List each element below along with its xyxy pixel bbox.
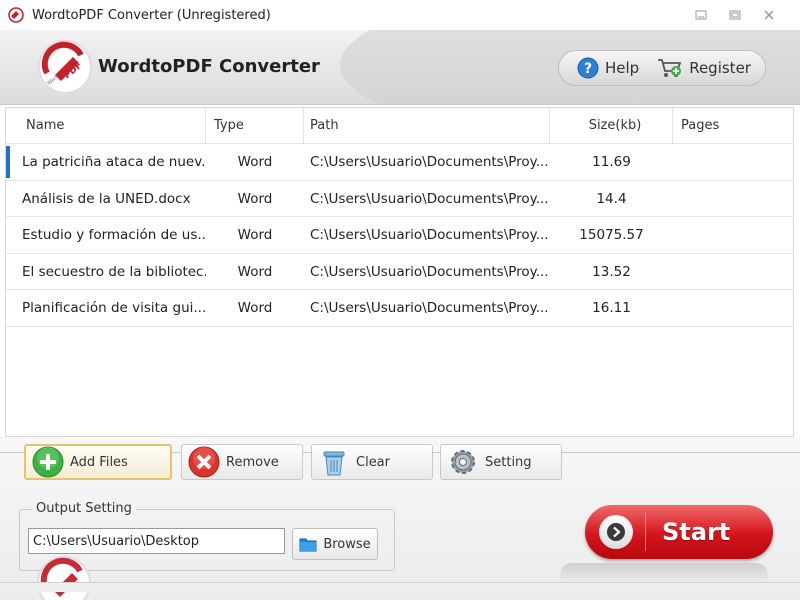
window-controls	[684, 6, 786, 24]
header-button-group: ? Help Register	[558, 50, 766, 86]
table-row[interactable]: Análisis de la UNED.docx Word C:\Users\U…	[6, 181, 793, 217]
column-header-path[interactable]: Path	[304, 108, 550, 143]
cell-path: C:\Users\Usuario\Documents\Proy...	[310, 263, 549, 280]
remove-icon	[188, 446, 220, 478]
help-button[interactable]: ? Help	[577, 57, 639, 79]
app-title: WordtoPDF Converter	[98, 56, 320, 77]
cell-size: 14.4	[596, 190, 627, 207]
minimize-icon[interactable]	[684, 6, 718, 24]
table-row[interactable]: Estudio y formación de us... Word C:\Use…	[6, 217, 793, 254]
trash-icon	[323, 451, 345, 476]
folder-icon	[299, 538, 317, 552]
app-logo: PDF Word	[38, 40, 92, 94]
cell-type: Word	[237, 263, 273, 280]
maximize-icon[interactable]	[718, 6, 752, 24]
cell-pages	[673, 181, 793, 217]
add-icon	[32, 446, 64, 478]
cell-path: C:\Users\Usuario\Documents\Proy...	[310, 154, 549, 170]
cell-path: C:\Users\Usuario\Documents\Proy...	[310, 300, 549, 316]
window-title: WordtoPDF Converter (Unregistered)	[32, 7, 271, 23]
help-icon: ?	[577, 57, 599, 79]
setting-button[interactable]: Setting	[440, 444, 562, 480]
remove-label: Remove	[226, 454, 279, 470]
cell-pages	[673, 254, 793, 290]
output-path-input[interactable]	[28, 528, 285, 554]
setting-label: Setting	[485, 454, 532, 470]
cell-pages	[673, 290, 793, 326]
cell-pages	[673, 217, 793, 253]
help-label: Help	[605, 59, 640, 77]
play-icon	[599, 515, 633, 549]
cell-type: Word	[237, 300, 273, 316]
close-icon[interactable]	[752, 6, 786, 24]
start-separator	[645, 513, 646, 551]
gear-icon	[451, 450, 475, 474]
status-bar	[0, 582, 800, 592]
cell-path: C:\Users\Usuario\Documents\Proy...	[310, 190, 549, 207]
table-row[interactable]: Planificación de visita gui... Word C:\U…	[6, 290, 793, 327]
app-header: PDF Word WordtoPDF Converter ? Help Regi…	[0, 30, 800, 105]
cell-type: Word	[237, 227, 273, 243]
clear-label: Clear	[356, 454, 390, 470]
bottom-panel: Add Files Remove Clear Setting Output Se…	[0, 437, 800, 600]
browse-label: Browse	[323, 536, 371, 552]
cell-name: Análisis de la UNED.docx	[22, 190, 191, 207]
add-files-button[interactable]: Add Files	[24, 444, 172, 480]
add-files-label: Add Files	[70, 454, 128, 470]
app-icon	[8, 7, 24, 23]
register-button[interactable]: Register	[657, 57, 751, 79]
column-header-type[interactable]: Type	[206, 108, 304, 143]
cell-pages	[673, 144, 793, 180]
column-header-size[interactable]: Size(kb)	[550, 108, 673, 143]
cell-type: Word	[237, 190, 273, 207]
cell-name: El secuestro de la bibliotec...	[22, 263, 206, 280]
cart-icon	[658, 59, 682, 77]
cell-size: 15075.57	[579, 227, 644, 243]
svg-text:?: ?	[584, 61, 592, 77]
table-row[interactable]: El secuestro de la bibliotec... Word C:\…	[6, 254, 793, 290]
start-button[interactable]: Start	[585, 505, 773, 559]
cell-path: C:\Users\Usuario\Documents\Proy...	[310, 227, 549, 243]
column-header-name[interactable]: Name	[6, 108, 206, 143]
footer-logo	[37, 556, 91, 600]
start-label: Start	[662, 518, 731, 546]
title-bar: WordtoPDF Converter (Unregistered)	[0, 0, 800, 30]
file-table: Name Type Path Size(kb) Pages La patrici…	[5, 107, 794, 437]
cell-size: 16.11	[592, 300, 631, 316]
cell-name: La patriciña ataca de nuev...	[22, 154, 206, 170]
cell-size: 13.52	[592, 263, 631, 280]
cell-type: Word	[237, 154, 273, 170]
remove-button[interactable]: Remove	[181, 444, 303, 480]
table-header: Name Type Path Size(kb) Pages	[6, 108, 793, 144]
browse-button[interactable]: Browse	[292, 528, 378, 560]
cell-name: Planificación de visita gui...	[22, 300, 206, 316]
output-setting-legend: Output Setting	[32, 501, 136, 516]
cell-name: Estudio y formación de us...	[22, 227, 206, 243]
clear-button[interactable]: Clear	[311, 444, 433, 480]
register-label: Register	[689, 59, 751, 77]
cell-size: 11.69	[592, 154, 631, 170]
column-header-pages[interactable]: Pages	[673, 108, 793, 143]
table-row[interactable]: La patriciña ataca de nuev... Word C:\Us…	[6, 144, 793, 181]
